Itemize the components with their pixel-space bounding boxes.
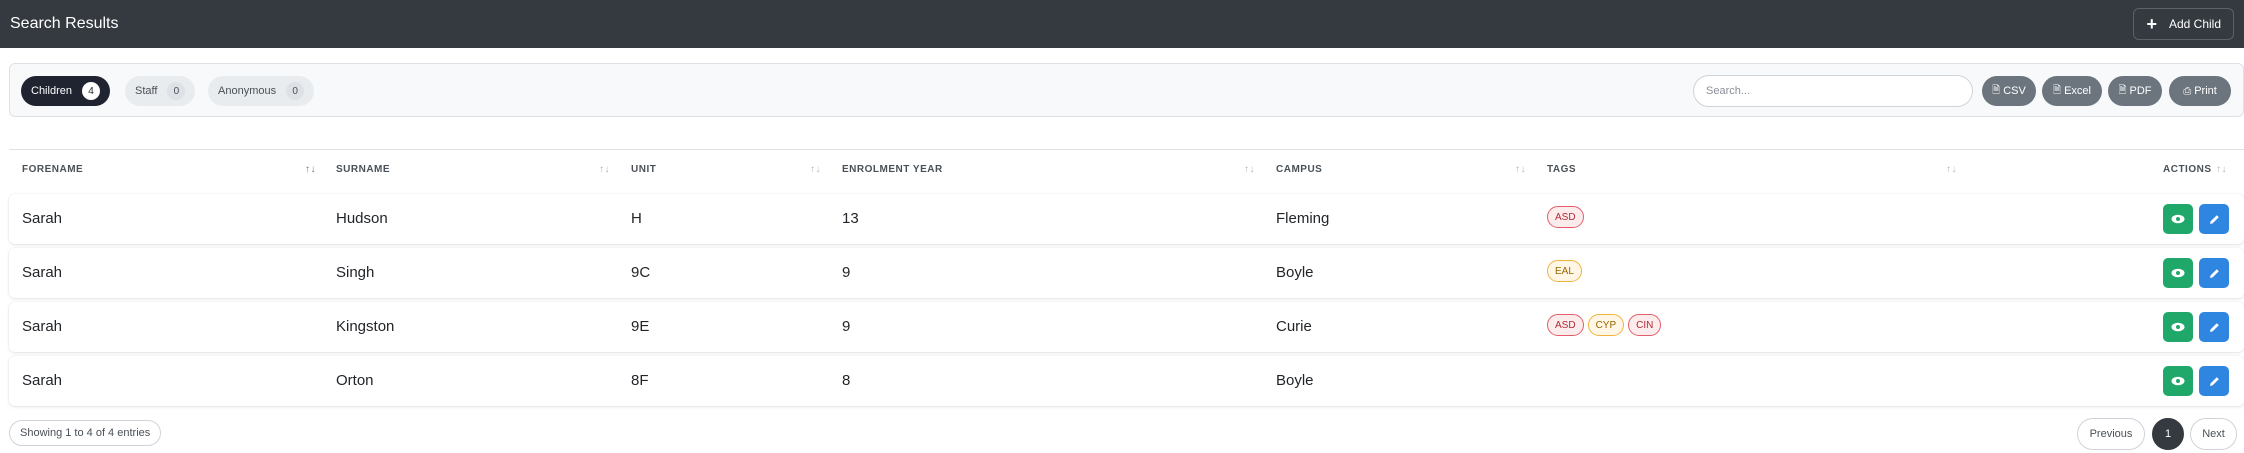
next-button[interactable]: Next <box>2190 418 2237 450</box>
file-excel-icon: 🗎 <box>2053 84 2062 96</box>
cell-forename: Sarah <box>22 264 63 281</box>
tab-children[interactable]: Children 4 <box>21 76 110 106</box>
sort-asc-icon[interactable]: ↑↓ <box>305 164 316 175</box>
tag-badge: ASD <box>1547 314 1584 336</box>
cell-campus: Boyle <box>1276 264 1314 281</box>
column-header-tags[interactable]: TAGS <box>1547 164 1576 175</box>
cell-surname: Hudson <box>336 210 388 227</box>
pencil-icon <box>2209 268 2219 278</box>
view-button[interactable] <box>2163 204 2193 234</box>
sort-icon[interactable]: ↑↓ <box>1946 164 1957 175</box>
file-icon: 🗎 <box>1992 84 2001 96</box>
cell-unit: 8F <box>631 372 649 389</box>
add-child-label: Add Child <box>2168 17 2221 31</box>
divider <box>9 149 2244 150</box>
sort-icon[interactable]: ↑↓ <box>810 164 821 175</box>
cell-year: 13 <box>842 210 859 227</box>
eye-icon <box>2171 376 2185 386</box>
column-header-unit[interactable]: UNIT <box>631 164 656 175</box>
filter-bar: Children 4 Staff 0 Anonymous 0 🗎 CSV 🗎 E… <box>9 63 2244 117</box>
table-row[interactable]: Sarah Kingston 9E 9 Curie ASD CYP CIN <box>9 302 2244 352</box>
print-label: Print <box>2194 85 2217 97</box>
tag-badge: CYP <box>1587 314 1625 336</box>
edit-button[interactable] <box>2199 258 2229 288</box>
cell-unit: H <box>631 210 642 227</box>
table-row[interactable]: Sarah Singh 9C 9 Boyle EAL <box>9 248 2244 298</box>
cell-forename: Sarah <box>22 210 63 227</box>
page-title: Search Results <box>10 15 119 32</box>
cell-year: 8 <box>842 372 851 389</box>
eye-icon <box>2171 322 2185 332</box>
csv-button[interactable]: 🗎 CSV <box>1982 76 2036 106</box>
tag-badge: CIN <box>1628 314 1662 336</box>
print-icon: ⎙ <box>2183 85 2192 97</box>
table-info: Showing 1 to 4 of 4 entries <box>9 420 162 446</box>
print-button[interactable]: ⎙ Print <box>2169 76 2231 106</box>
cell-year: 9 <box>842 318 851 335</box>
tab-anonymous[interactable]: Anonymous 0 <box>208 76 315 106</box>
column-header-forename[interactable]: FORENAME <box>22 164 83 175</box>
column-header-campus[interactable]: CAMPUS <box>1276 164 1322 175</box>
pencil-icon <box>2209 376 2219 386</box>
top-bar: Search Results + Add Child <box>0 0 2244 48</box>
tag-badge: ASD <box>1547 206 1584 228</box>
view-button[interactable] <box>2163 258 2193 288</box>
view-button[interactable] <box>2163 312 2193 342</box>
cell-campus: Fleming <box>1276 210 1330 227</box>
cell-forename: Sarah <box>22 318 63 335</box>
tag-list: ASD <box>1547 206 1584 228</box>
count-badge: 0 <box>167 82 186 100</box>
table-row[interactable]: Sarah Orton 8F 8 Boyle <box>9 356 2244 406</box>
csv-label: CSV <box>2003 85 2026 97</box>
pencil-icon <box>2209 214 2219 224</box>
column-header-actions: ACTIONS <box>2163 164 2212 175</box>
cell-surname: Kingston <box>336 318 395 335</box>
cell-campus: Boyle <box>1276 372 1314 389</box>
tab-label: Staff <box>135 85 158 97</box>
column-header-surname[interactable]: SURNAME <box>336 164 390 175</box>
plus-icon: + <box>2146 14 2157 34</box>
pencil-icon <box>2209 322 2219 332</box>
cell-forename: Sarah <box>22 372 63 389</box>
tag-badge: EAL <box>1547 260 1582 282</box>
edit-button[interactable] <box>2199 312 2229 342</box>
view-button[interactable] <box>2163 366 2193 396</box>
tab-label: Children <box>31 85 72 97</box>
previous-button[interactable]: Previous <box>2077 418 2145 450</box>
cell-surname: Singh <box>336 264 375 281</box>
tab-staff[interactable]: Staff 0 <box>125 76 196 106</box>
eye-icon <box>2171 214 2185 224</box>
table-header: FORENAME ↑↓ SURNAME ↑↓ UNIT ↑↓ ENROLMENT… <box>9 156 2244 186</box>
excel-label: Excel <box>2064 85 2091 97</box>
tab-label: Anonymous <box>218 85 277 97</box>
cell-year: 9 <box>842 264 851 281</box>
count-badge: 0 <box>286 82 305 100</box>
search-input[interactable] <box>1693 75 1973 107</box>
file-pdf-icon: 🗎 <box>2118 84 2127 96</box>
edit-button[interactable] <box>2199 204 2229 234</box>
pdf-button[interactable]: 🗎 PDF <box>2108 76 2162 106</box>
tag-list: EAL <box>1547 260 1582 282</box>
pdf-label: PDF <box>2129 85 2152 97</box>
cell-unit: 9C <box>631 264 651 281</box>
sort-icon[interactable]: ↑↓ <box>2216 164 2227 175</box>
add-child-button[interactable]: + Add Child <box>2133 8 2234 40</box>
sort-icon[interactable]: ↑↓ <box>1515 164 1526 175</box>
cell-campus: Curie <box>1276 318 1312 335</box>
sort-icon[interactable]: ↑↓ <box>599 164 610 175</box>
cell-unit: 9E <box>631 318 650 335</box>
column-header-enrolment-year[interactable]: ENROLMENT YEAR <box>842 164 943 175</box>
sort-icon[interactable]: ↑↓ <box>1244 164 1255 175</box>
count-badge: 4 <box>81 82 100 100</box>
page-1-button[interactable]: 1 <box>2152 418 2184 450</box>
cell-surname: Orton <box>336 372 374 389</box>
tag-list: ASD CYP CIN <box>1547 314 1662 336</box>
eye-icon <box>2171 268 2185 278</box>
table-row[interactable]: Sarah Hudson H 13 Fleming ASD <box>9 194 2244 244</box>
edit-button[interactable] <box>2199 366 2229 396</box>
excel-button[interactable]: 🗎 Excel <box>2042 76 2102 106</box>
